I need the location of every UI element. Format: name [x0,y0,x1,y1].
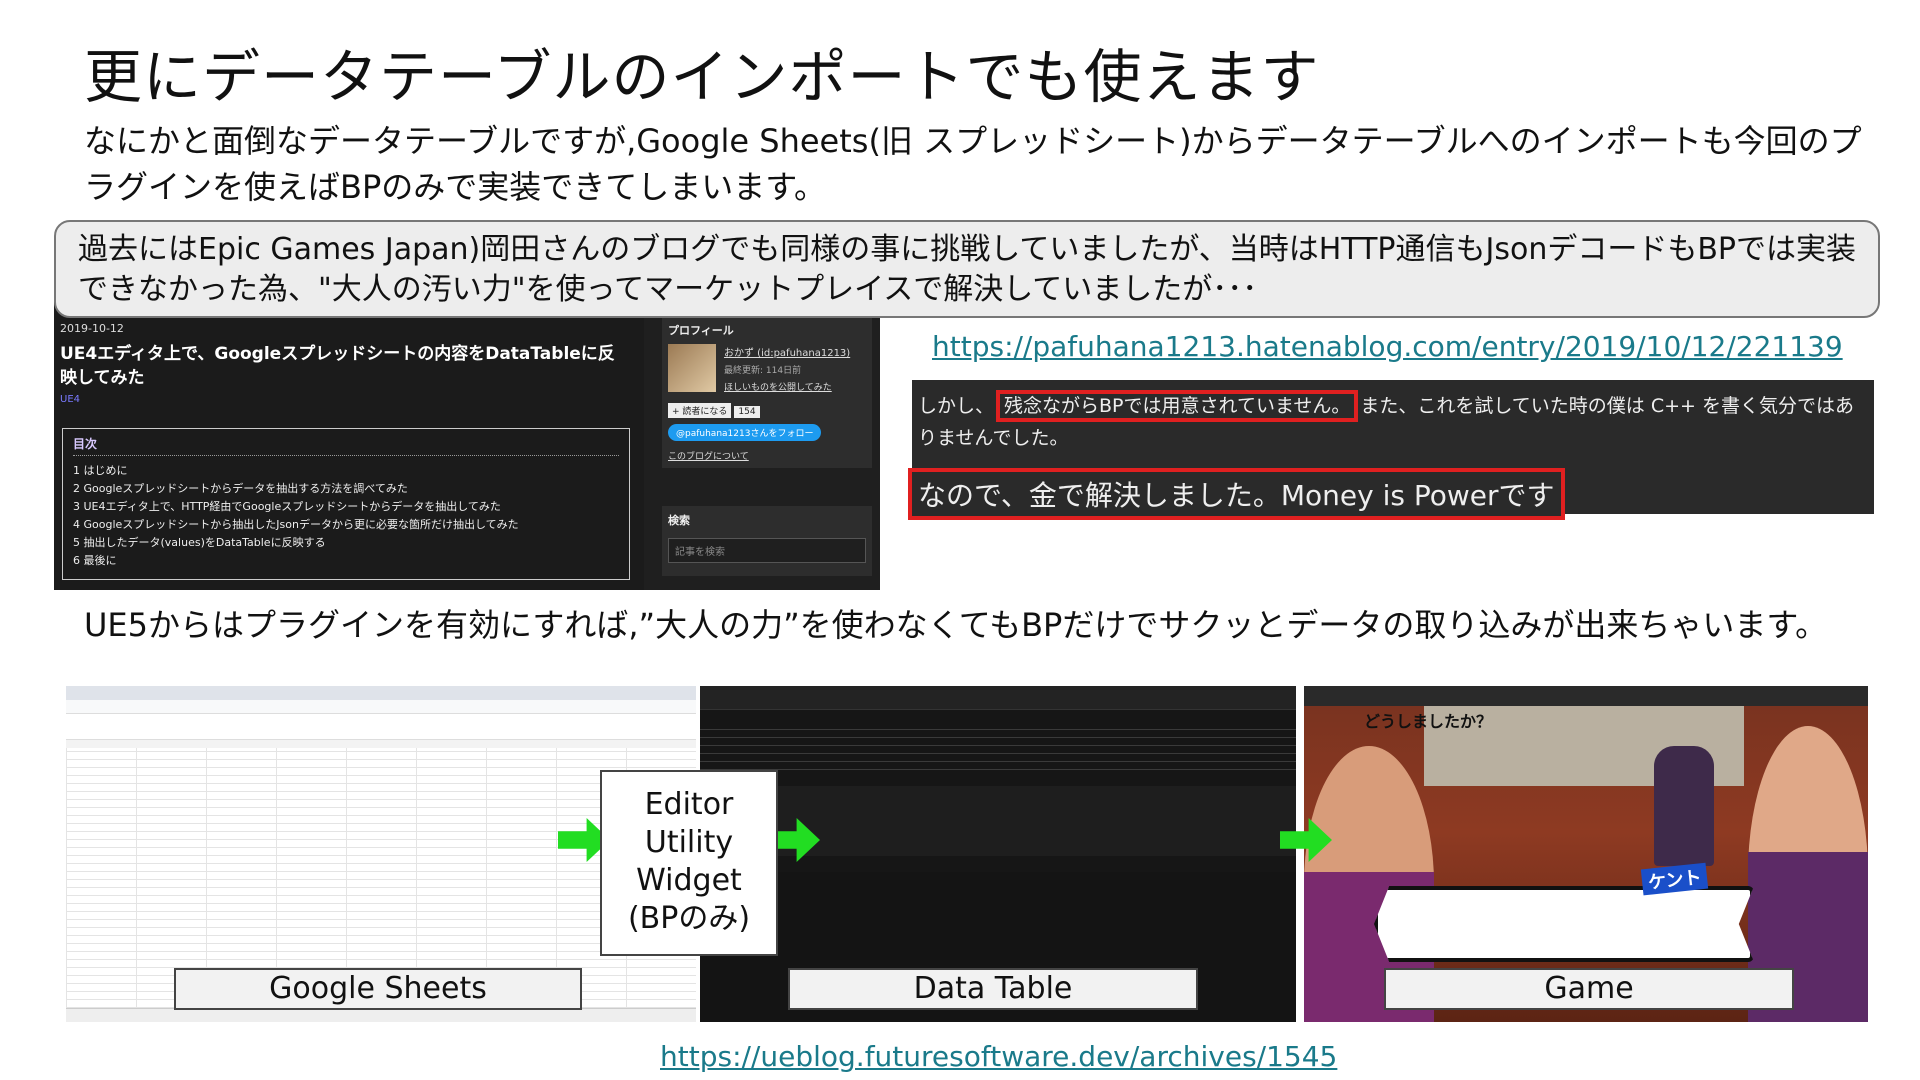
subscribe-button[interactable]: + 読者になる [668,403,732,418]
quote-screenshot: しかし、 残念ながらBPでは用意されていません。 また、これを試していた時の僕は C… [908,380,1874,520]
datatable-caption: Data Table [788,968,1198,1010]
speech-bubble [1374,886,1754,962]
intro-paragraph: なにかと面倒なデータテーブルですが,Google Sheets(旧 スプレッドシ… [84,122,1862,206]
search-input[interactable]: 記事を検索 [668,538,866,563]
blog-link[interactable]: https://pafuhana1213.hatenablog.com/entr… [932,330,1843,363]
browser-addressbar [66,700,696,714]
quote-line2: なので、金で解決しました。Money is Powerです [908,468,1565,520]
profile-box: プロフィール おかず (id:pafuhana1213) 最終更新: 114日前… [662,316,872,468]
toc-item[interactable]: 4 Googleスプレッドシートから抽出したJsonデータから更に必要な箇所だけ… [73,516,619,534]
toc-item[interactable]: 2 Googleスプレッドシートからデータを抽出する方法を調べてみた [73,480,619,498]
blog-category[interactable]: UE4 [60,394,80,405]
game-caption: Game [1384,968,1794,1010]
quote-highlight: 残念ながらBPでは用意されていません。 [996,390,1359,422]
game-window-titlebar [1304,686,1868,706]
blog-post-title[interactable]: UE4エディタ上で、Googleスプレッドシートの内容をDataTableに反映… [60,342,630,390]
blog-toc: 目次 1 はじめに 2 Googleスプレッドシートからデータを抽出する方法を調… [62,428,630,580]
toc-item[interactable]: 1 はじめに [73,462,619,480]
toc-item[interactable]: 3 UE4エディタ上で、HTTP経由でGoogleスプレッドシートからデータを抽… [73,498,619,516]
ueblog-link[interactable]: https://ueblog.futuresoftware.dev/archiv… [660,1040,1337,1073]
twitter-follow-button[interactable]: @pafuhana1213さんをフォロー [668,424,822,441]
search-box: 検索 記事を検索 [662,506,872,576]
browser-tabbar [66,686,696,700]
slide-title: 更にデータテーブルのインポートでも使えます [84,43,1320,111]
blog-date: 2019-10-12 [60,322,124,335]
editor-utility-widget-label: Editor Utility Widget (BPのみ) [600,770,778,956]
toc-item[interactable]: 6 最後に [73,552,619,570]
google-sheets-caption: Google Sheets [174,968,582,1010]
editor-toolbar [700,686,1296,710]
reader-row: + 読者になる 154 [668,403,866,418]
blog-sidebar: プロフィール おかず (id:pafuhana1213) 最終更新: 114日前… [662,316,872,576]
datatable-rows [700,724,1296,770]
search-heading: 検索 [668,514,690,527]
reader-count: 154 [734,406,760,418]
ue5-statement: UE5からはプラグインを有効にすれば,”大人の力”を使わなくてもBPだけでサクッ… [84,606,1828,644]
quote-pre: しかし、 [918,395,995,417]
sheet-tabs [66,1008,696,1022]
about-link[interactable]: このブログについて [668,449,866,462]
blog-main: 2019-10-12 UE4エディタ上で、Googleスプレッドシートの内容をD… [54,300,644,590]
sheets-toolbar [66,714,696,740]
dialog-text: どうしましたか？ [1364,712,1493,731]
avatar[interactable] [668,344,716,392]
toc-heading: 目次 [73,435,619,456]
toc-item[interactable]: 5 抽出したデータ(values)をDataTableに反映する [73,534,619,552]
callout-box: 過去にはEpic Games Japan)岡田さんのブログでも同様の事に挑戦して… [54,220,1880,318]
priest-character [1654,746,1714,866]
quote-line1: しかし、 残念ながらBPでは用意されていません。 また、これを試していた時の僕は C… [918,390,1868,454]
blog-screenshot: 2019-10-12 UE4エディタ上で、Googleスプレッドシートの内容をD… [54,300,880,590]
profile-heading: プロフィール [668,324,734,337]
